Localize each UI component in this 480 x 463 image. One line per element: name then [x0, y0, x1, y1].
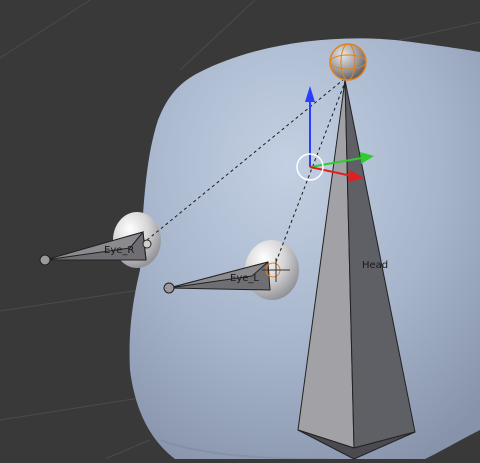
head-label: Head [362, 260, 388, 271]
eye-r-bone-tail[interactable] [39, 254, 51, 266]
head-bone-tip[interactable] [329, 43, 367, 81]
eye-l-bone-tail[interactable] [163, 282, 175, 294]
3d-viewport[interactable]: Eye_R Eye_L Head [0, 0, 480, 460]
eye-r-label: Eye_R [104, 245, 134, 256]
eye-r-bone-head[interactable] [142, 239, 152, 249]
eye-l-label: Eye_L [230, 273, 259, 284]
